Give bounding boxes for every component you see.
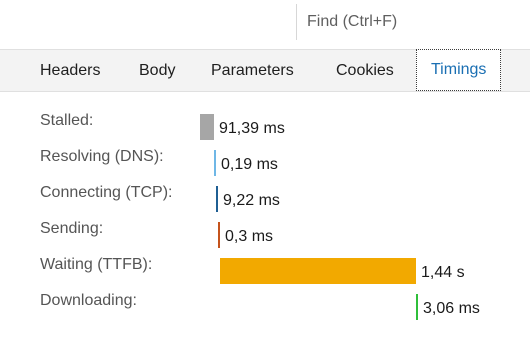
timing-value: 91,39 ms	[219, 120, 285, 137]
tab-timings[interactable]: Timings	[416, 49, 502, 91]
timing-bar-resolving	[214, 150, 216, 176]
timing-row-resolving: Resolving (DNS): 0,19 ms	[0, 148, 530, 184]
timing-row-connecting: Connecting (TCP): 9,22 ms	[0, 184, 530, 220]
tab-label: Cookies	[336, 61, 394, 79]
tab-label: Timings	[431, 61, 487, 78]
timing-value: 3,06 ms	[423, 300, 480, 317]
timing-value: 9,22 ms	[223, 192, 280, 209]
timing-bar-sending	[218, 222, 220, 248]
find-placeholder: Find (Ctrl+F)	[307, 13, 398, 30]
timing-row-downloading: Downloading: 3,06 ms	[0, 292, 530, 328]
timings-list: Stalled: 91,39 ms Resolving (DNS): 0,19 …	[0, 92, 530, 357]
find-bar: Find (Ctrl+F)	[0, 0, 530, 44]
timing-label: Connecting (TCP):	[40, 184, 173, 201]
timing-bar-downloading	[416, 294, 418, 320]
tab-body[interactable]: Body	[139, 50, 175, 91]
timing-value: 0,19 ms	[221, 156, 278, 173]
timing-row-sending: Sending: 0,3 ms	[0, 220, 530, 256]
timing-row-stalled: Stalled: 91,39 ms	[0, 112, 530, 148]
timing-bar-waiting	[220, 258, 416, 284]
timing-label: Downloading:	[40, 292, 137, 309]
tab-headers[interactable]: Headers	[40, 50, 100, 91]
tab-cookies[interactable]: Cookies	[336, 50, 394, 91]
timing-label: Resolving (DNS):	[40, 148, 164, 165]
find-input[interactable]: Find (Ctrl+F)	[296, 4, 530, 40]
tab-bar: Headers Body Parameters Cookies Timings	[0, 49, 530, 92]
timing-label: Sending:	[40, 220, 104, 237]
timing-row-waiting: Waiting (TTFB): 1,44 s	[0, 256, 530, 292]
tab-label: Headers	[40, 61, 101, 79]
timing-value: 0,3 ms	[225, 228, 274, 245]
tab-parameters[interactable]: Parameters	[211, 50, 294, 91]
tab-label: Body	[139, 61, 176, 79]
timing-label: Waiting (TTFB):	[40, 256, 153, 273]
devtools-panel: Find (Ctrl+F) Headers Body Parameters Co…	[0, 0, 530, 357]
timing-bar-connecting	[216, 186, 218, 212]
tab-label: Parameters	[211, 61, 294, 79]
timing-value: 1,44 s	[421, 264, 465, 281]
timing-label: Stalled:	[40, 112, 94, 129]
timing-bar-stalled	[200, 114, 214, 140]
